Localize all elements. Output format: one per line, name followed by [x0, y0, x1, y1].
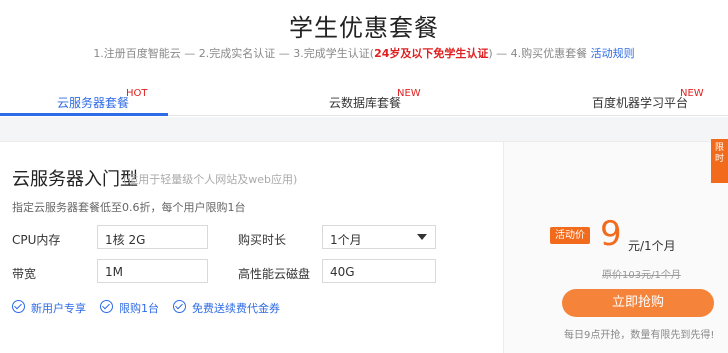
original-price: 原价103元/1个月	[602, 270, 681, 281]
card-description: 指定云服务器套餐低至0.6折，每个用户限购1台	[12, 201, 246, 214]
rules-link[interactable]: 活动规则	[591, 47, 635, 60]
price-value: 9	[600, 214, 622, 254]
promo-badge: 活动价	[550, 227, 590, 244]
duration-value: 1个月	[330, 233, 362, 247]
price-unit: 元/1个月	[628, 239, 676, 253]
card-subtitle: (适用于轻量级个人网站及web应用)	[123, 173, 298, 186]
new-badge: NEW	[680, 88, 704, 99]
check-circle-icon	[12, 300, 25, 313]
steps-text-end: ) — 4.购买优惠套餐	[488, 47, 588, 60]
pricing-panel: 活动价 9 元/1个月 原价103元/1个月 立即抢购 每日9点开抢，数量有限先…	[503, 142, 728, 353]
tab-label: 云数据库套餐	[329, 96, 402, 110]
section-divider	[0, 117, 728, 141]
feature-label: 限购1台	[119, 302, 159, 315]
disk-field[interactable]: 40G	[322, 259, 436, 283]
cloud-server-card: 云服务器入门型 (适用于轻量级个人网站及web应用) 指定云服务器套餐低至0.6…	[0, 141, 728, 353]
feature-label: 新用户专享	[31, 302, 86, 315]
tab-label: 百度机器学习平台	[592, 96, 689, 110]
hot-badge: HOT	[126, 88, 148, 99]
bandwidth-field[interactable]: 1M	[97, 259, 208, 283]
active-tab-indicator	[0, 113, 168, 116]
buy-now-button[interactable]: 立即抢购	[562, 289, 714, 317]
chevron-down-icon	[417, 234, 427, 240]
tab-machine-learning[interactable]: 百度机器学习平台 NEW	[560, 82, 728, 116]
steps-text: 1.注册百度智能云 — 2.完成实名认证 — 3.完成学生认证(	[93, 47, 375, 60]
steps-breadcrumb: 1.注册百度智能云 — 2.完成实名认证 — 3.完成学生认证(24岁及以下免学…	[0, 45, 728, 61]
bandwidth-label: 带宽	[12, 267, 37, 281]
check-circle-icon	[173, 300, 186, 313]
feature-label: 免费送续费代金券	[192, 302, 280, 315]
disk-label: 高性能云磁盘	[238, 267, 311, 281]
tab-cloud-server[interactable]: 云服务器套餐 HOT	[0, 82, 168, 116]
duration-select[interactable]: 1个月	[322, 225, 436, 249]
buy-note: 每日9点开抢，数量有限先到先得!	[564, 330, 715, 341]
tab-bar: 云服务器套餐 HOT 云数据库套餐 NEW 百度机器学习平台 NEW	[0, 82, 728, 116]
tab-label: 云服务器套餐	[57, 96, 130, 110]
new-badge: NEW	[397, 88, 421, 99]
duration-label: 购买时长	[238, 233, 287, 247]
tab-cloud-database[interactable]: 云数据库套餐 NEW	[300, 82, 440, 116]
page-title: 学生优惠套餐	[289, 14, 439, 42]
cpu-memory-field[interactable]: 1核 2G	[97, 225, 208, 249]
cpu-label: CPU内存	[12, 233, 61, 247]
card-title: 云服务器入门型	[12, 169, 138, 190]
corner-ribbon: 限时	[711, 139, 728, 183]
check-circle-icon	[100, 300, 113, 313]
steps-highlight: 24岁及以下免学生认证	[374, 47, 489, 60]
